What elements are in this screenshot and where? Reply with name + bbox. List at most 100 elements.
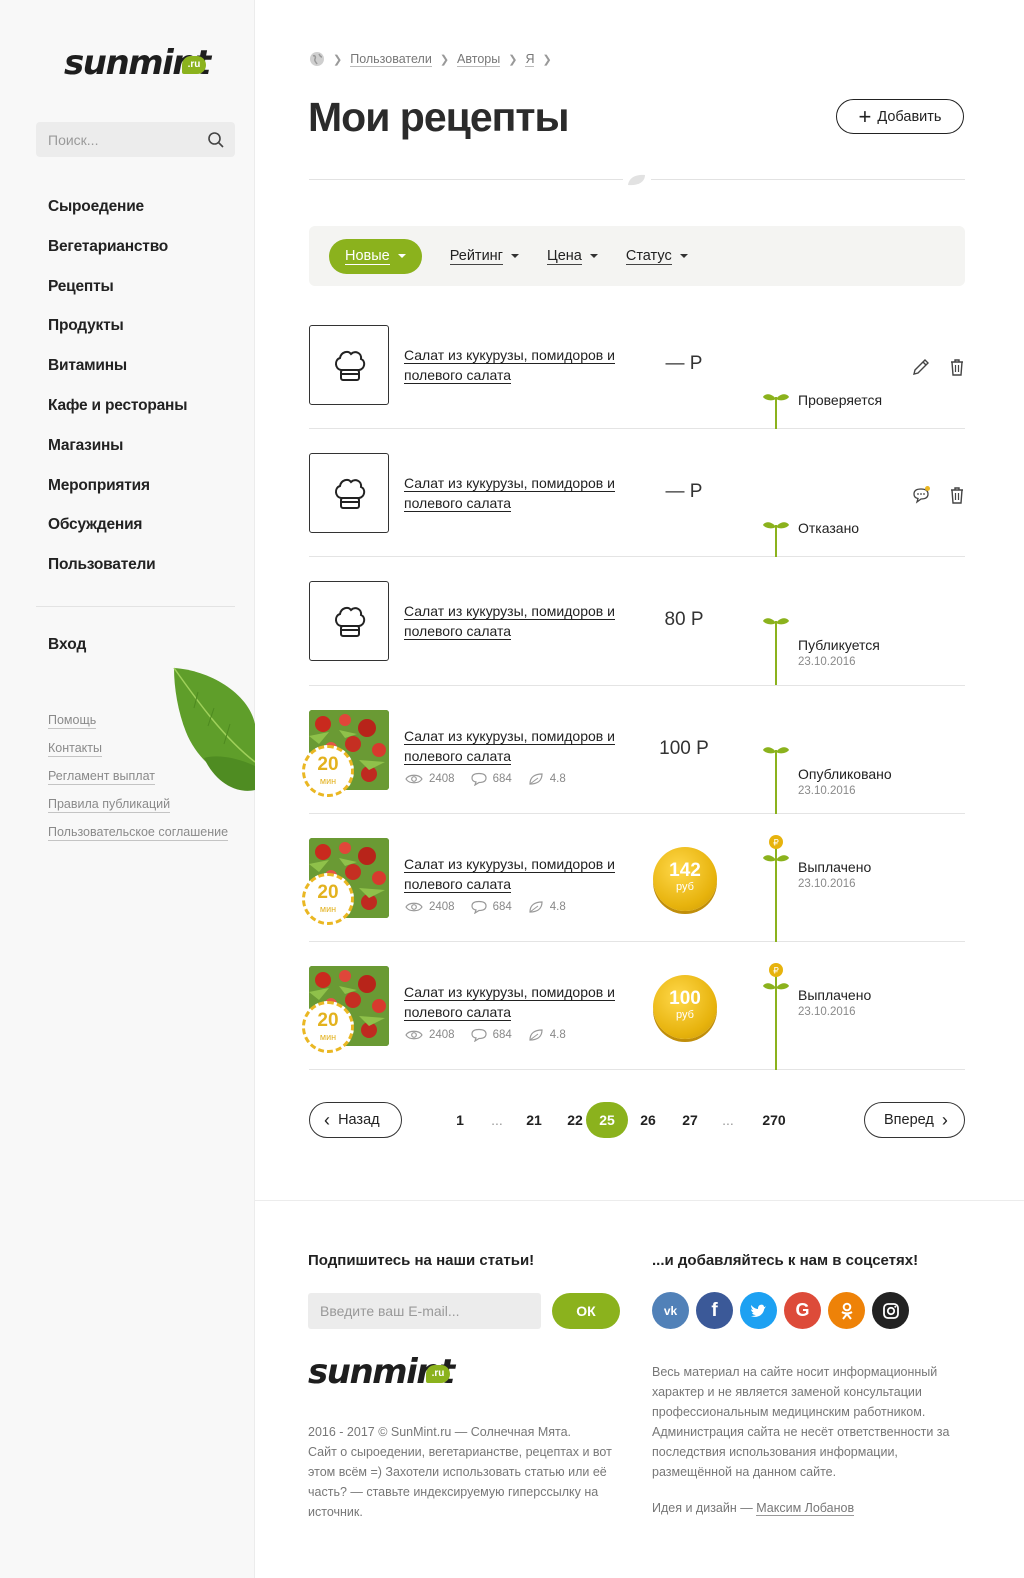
- nav-item-vitamins[interactable]: Витамины: [48, 357, 187, 397]
- trash-icon[interactable]: [947, 485, 967, 505]
- instagram-icon[interactable]: [872, 1292, 909, 1329]
- filter-price[interactable]: Цена: [546, 247, 598, 265]
- recipe-title-text: Салат из кукурузы, помидоров и полевого …: [404, 475, 615, 513]
- nav-item-shops[interactable]: Магазины: [48, 437, 187, 477]
- recipe-list: Салат из кукурузы, помидоров и полевого …: [302, 301, 967, 1071]
- recipe-title[interactable]: Салат из кукурузы, помидоров и полевого …: [404, 982, 626, 1022]
- site-logo[interactable]: sunmint .ru: [64, 40, 214, 90]
- odnoklassniki-icon[interactable]: [828, 1292, 865, 1329]
- social-links: vk f G: [652, 1292, 916, 1329]
- page-current[interactable]: 25: [586, 1102, 628, 1138]
- prev-page-button[interactable]: ‹ Назад: [309, 1102, 402, 1138]
- filter-new[interactable]: Новые: [329, 238, 422, 274]
- filter-rating-label: Рейтинг: [449, 247, 503, 265]
- recipe-title[interactable]: Салат из кукурузы, помидоров и полевого …: [404, 473, 626, 513]
- comment-icon: [470, 1028, 487, 1042]
- vk-icon[interactable]: vk: [652, 1292, 689, 1329]
- link-payout-rules-item: Регламент выплат: [48, 768, 228, 797]
- recipe-title[interactable]: Салат из кукурузы, помидоров и полевого …: [404, 601, 626, 641]
- nav-item-vegetarianism[interactable]: Вегетарианство: [48, 238, 187, 278]
- vk-glyph: vk: [663, 1303, 678, 1318]
- recipe-title[interactable]: Салат из кукурузы, помидоров и полевого …: [404, 854, 626, 894]
- subscribe-ok-button[interactable]: ОК: [552, 1293, 620, 1329]
- page-link[interactable]: 22: [564, 1112, 586, 1128]
- status-label: Проверяется: [798, 392, 883, 408]
- plus-icon: +: [858, 103, 872, 129]
- next-label: Вперед: [884, 1112, 934, 1128]
- comment-notification-icon[interactable]: [911, 485, 931, 505]
- page-link[interactable]: 1: [450, 1112, 470, 1128]
- link-user-agreement[interactable]: Пользовательское соглашение: [48, 824, 229, 841]
- cooking-time-value: 20: [317, 1009, 339, 1031]
- recipe-placeholder-thumb[interactable]: [309, 581, 389, 662]
- filter-status[interactable]: Статус: [625, 248, 688, 265]
- filter-price-label: Цена: [546, 247, 582, 265]
- nav-divider: [36, 606, 235, 607]
- svg-text:₽: ₽: [773, 966, 779, 976]
- page-link[interactable]: 27: [668, 1112, 712, 1128]
- leaf-rating-icon: [529, 772, 543, 785]
- comments-count: 684: [492, 1028, 512, 1041]
- page-numbers: 1 ... 21 22 25 26 27 ... 270: [450, 1102, 804, 1138]
- nav-item-recipes[interactable]: Рецепты: [48, 278, 187, 318]
- recipe-status: Опубликовано 23.10.2016: [798, 766, 892, 797]
- instagram-glyph: [882, 1302, 899, 1319]
- filter-rating[interactable]: Рейтинг: [449, 247, 519, 265]
- recipe-title[interactable]: Салат из кукурузы, помидоров и полевого …: [404, 726, 626, 766]
- twitter-icon[interactable]: [740, 1292, 777, 1329]
- logo-badge: .ru: [426, 1365, 450, 1383]
- prev-label: Назад: [338, 1112, 380, 1128]
- ruble-sprout-icon: ₽: [763, 834, 789, 942]
- breadcrumb-me[interactable]: Я: [525, 52, 535, 67]
- link-help[interactable]: Помощь: [48, 713, 97, 729]
- search-input[interactable]: [36, 122, 196, 157]
- link-contacts-item: Контакты: [48, 740, 228, 769]
- recipe-title[interactable]: Салат из кукурузы, помидоров и полевого …: [404, 345, 626, 385]
- page-title: Мои рецепты: [308, 94, 570, 140]
- link-publication-rules[interactable]: Правила публикаций: [48, 796, 171, 813]
- nav-item-events[interactable]: Мероприятия: [48, 477, 187, 517]
- add-recipe-button[interactable]: + Добавить: [836, 99, 964, 134]
- link-payout-rules[interactable]: Регламент выплат: [48, 768, 156, 785]
- twitter-bird: [750, 1304, 766, 1317]
- link-user-agreement-item: Пользовательское соглашение: [48, 824, 229, 853]
- cooking-time-unit: мин: [319, 1031, 337, 1042]
- link-contacts[interactable]: Контакты: [48, 740, 102, 757]
- status-label: Опубликовано: [798, 765, 892, 782]
- login-link[interactable]: Вход: [48, 636, 86, 654]
- caret-down-icon: [679, 254, 688, 258]
- recipe-stats: 2408 684 4.8: [405, 1028, 582, 1042]
- footer-logo[interactable]: sunmint .ru: [308, 1349, 458, 1399]
- credit-author-link[interactable]: Максим Лобанов: [756, 1501, 855, 1516]
- nav-item-products[interactable]: Продукты: [48, 317, 187, 357]
- recipe-title-text: Салат из кукурузы, помидоров и полевого …: [404, 347, 615, 384]
- caret-down-icon: [510, 254, 519, 258]
- recipe-row: Салат из кукурузы, помидоров и полевого …: [309, 557, 965, 686]
- breadcrumb-users[interactable]: Пользователи: [350, 52, 432, 67]
- page-link[interactable]: 26: [628, 1112, 668, 1128]
- nav-item-discussions[interactable]: Обсуждения: [48, 516, 187, 556]
- nav-item-cafes[interactable]: Кафе и рестораны: [48, 397, 187, 437]
- nav-item-raw-food[interactable]: Сыроедение: [48, 198, 187, 238]
- copyright-body: 2016 - 2017 © SunMint.ru — Солнечная Мят…: [308, 1425, 612, 1519]
- recipe-placeholder-thumb[interactable]: [309, 453, 389, 534]
- breadcrumb-authors[interactable]: Авторы: [457, 52, 501, 67]
- views-count: 2408: [429, 900, 455, 913]
- status-date: 23.10.2016: [798, 784, 856, 797]
- page-link[interactable]: 270: [744, 1112, 804, 1128]
- google-icon[interactable]: G: [784, 1292, 821, 1329]
- page-link[interactable]: 21: [524, 1112, 544, 1128]
- search-icon[interactable]: [207, 131, 225, 149]
- recipe-placeholder-thumb[interactable]: [309, 325, 389, 405]
- facebook-icon[interactable]: f: [696, 1292, 733, 1329]
- trash-icon[interactable]: [947, 357, 967, 377]
- chef-hat-icon: [335, 479, 366, 510]
- edit-pencil-icon[interactable]: [911, 357, 931, 377]
- cooking-time-unit: мин: [319, 775, 337, 786]
- globe-icon[interactable]: [309, 51, 325, 67]
- nav-item-users[interactable]: Пользователи: [48, 556, 187, 596]
- ruble-sprout-icon: ₽: [763, 962, 789, 1070]
- breadcrumb-separator: ❯: [333, 53, 343, 66]
- email-input[interactable]: [308, 1293, 541, 1329]
- next-page-button[interactable]: Вперед ›: [864, 1102, 965, 1138]
